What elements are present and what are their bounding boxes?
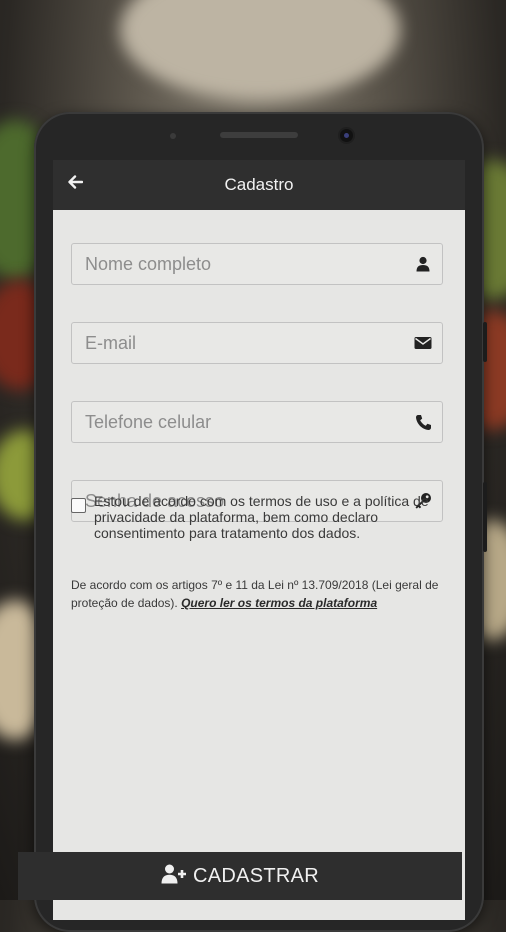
phone-icon (414, 413, 432, 431)
register-button[interactable]: CADASTRAR (18, 852, 462, 900)
phone-frame: Cadastro Nome completo E-mail Telefone c… (34, 112, 487, 932)
page-title: Cadastro (224, 175, 294, 194)
consent-row: Estou de acordo com os termos de uso e a… (71, 493, 446, 541)
envelope-icon (414, 334, 432, 352)
power-button (483, 482, 487, 552)
terms-link[interactable]: Quero ler os termos da plataforma (181, 596, 377, 610)
user-icon (414, 255, 432, 273)
earpiece-speaker (220, 132, 298, 138)
app-bar: Cadastro (53, 160, 465, 210)
volume-button (483, 322, 487, 362)
phone-field[interactable] (71, 401, 443, 443)
name-input[interactable] (72, 244, 415, 284)
name-field[interactable] (71, 243, 443, 285)
register-button-label: CADASTRAR (192, 864, 320, 887)
app-screen: Cadastro Nome completo E-mail Telefone c… (53, 160, 465, 920)
consent-label: Estou de acordo com os termos de uso e a… (94, 493, 429, 541)
phone-input[interactable] (72, 402, 415, 442)
consent-checkbox[interactable] (71, 498, 86, 513)
legal-notice: De acordo com os artigos 7º e 11 da Lei … (71, 576, 446, 612)
email-field[interactable] (71, 322, 443, 364)
front-camera (340, 129, 353, 142)
user-plus-icon (161, 864, 187, 889)
email-input[interactable] (72, 323, 415, 363)
proximity-sensor (170, 133, 176, 139)
